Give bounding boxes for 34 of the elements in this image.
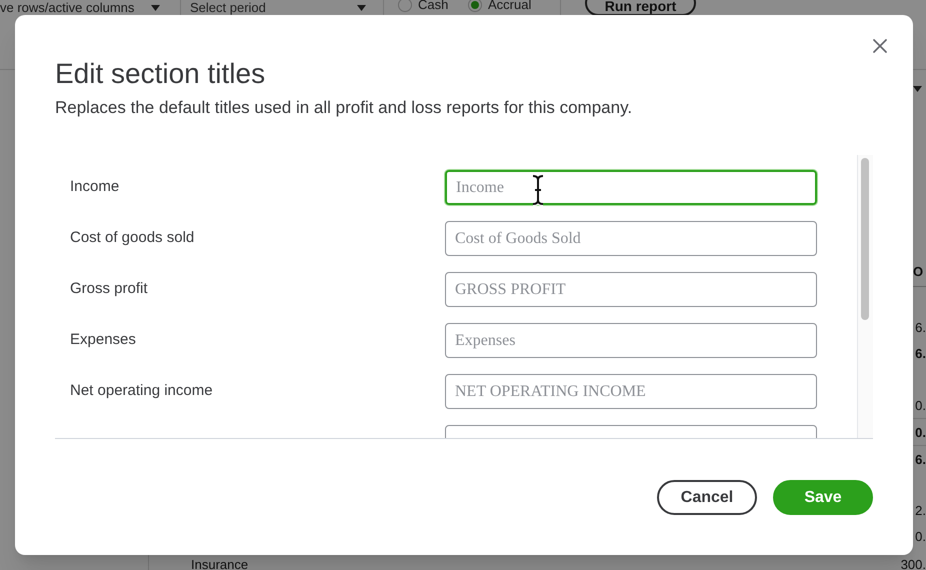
amount-cell-text: 6. [915, 319, 926, 337]
row-label: Insurance [191, 556, 248, 570]
radio-button[interactable] [468, 0, 482, 12]
dialog-title: Edit section titles [55, 57, 266, 91]
caret-icon [357, 5, 366, 11]
amount-cell-text: 0. [915, 424, 926, 442]
save-button[interactable]: Save [773, 480, 873, 515]
amount-cell-text: 6. [915, 451, 926, 469]
amount-cell-text: 0. [915, 397, 926, 415]
amount-cell-text: 6. [915, 345, 926, 363]
caret-icon [151, 5, 160, 11]
field-label: Cost of goods sold [69, 228, 196, 248]
input-field[interactable]: Income [445, 170, 817, 205]
amount-cell-text: 300. [900, 556, 926, 570]
close-icon[interactable] [871, 37, 889, 55]
text-cursor-icon [532, 174, 544, 206]
input-field[interactable]: NET OPERATING INCOME [445, 374, 817, 409]
amount-cell-text: 2. [915, 502, 926, 520]
field-label: Income [69, 177, 120, 198]
caret-icon [913, 86, 922, 92]
input-field[interactable]: GROSS PROFIT [445, 272, 817, 307]
input-field[interactable]: Expenses [445, 323, 817, 358]
radio-button[interactable] [398, 0, 412, 12]
field-label: Gross profit [69, 279, 149, 300]
field-label: Expenses [69, 330, 137, 350]
scrollbar-thumb[interactable] [861, 158, 869, 320]
rows-filter-dropdown[interactable]: ve rows/active columns [0, 0, 168, 20]
dialog-description: Replaces the default titles used in all profit and loss reports for this company. [55, 97, 632, 119]
amount-cell-text: 0. [915, 528, 926, 546]
input-field[interactable]: Cost of Goods Sold [445, 221, 817, 256]
field-label: Net operating income [69, 381, 214, 402]
column-header: O [913, 263, 924, 281]
cancel-button[interactable]: Cancel [657, 480, 757, 515]
period-dropdown[interactable]: Select period [190, 0, 370, 20]
